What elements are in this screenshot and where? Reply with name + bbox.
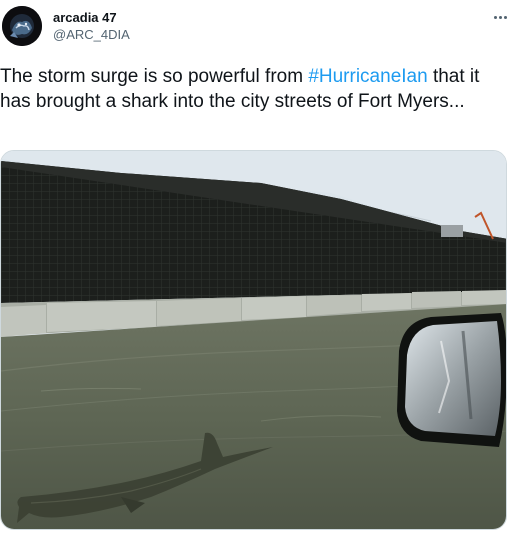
avatar[interactable] bbox=[2, 6, 42, 46]
dot bbox=[503, 15, 507, 19]
dot bbox=[498, 15, 502, 19]
tweet-card: arcadia 47 @ARC_4DIA The storm surge is … bbox=[0, 0, 525, 533]
author-handle[interactable]: @ARC_4DIA bbox=[53, 27, 130, 42]
tweet-text: The storm surge is so powerful from #Hur… bbox=[0, 64, 510, 114]
dot bbox=[493, 15, 497, 19]
more-options-icon[interactable] bbox=[490, 8, 510, 26]
tweet-photo[interactable] bbox=[0, 150, 507, 530]
tweet-text-part: The storm surge is so powerful from bbox=[0, 66, 309, 87]
hashtag-link[interactable]: #HurricaneIan bbox=[308, 66, 427, 87]
author-display-name[interactable]: arcadia 47 bbox=[53, 10, 117, 25]
